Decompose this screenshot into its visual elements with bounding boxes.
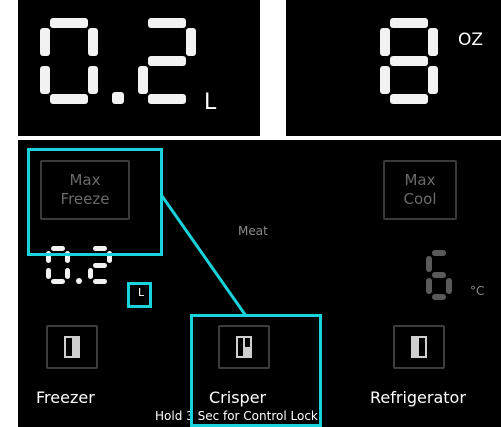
segment-b: [186, 28, 196, 56]
segment-e: [46, 267, 51, 279]
segment-digit: [380, 18, 438, 104]
refrigerator-door-icon: [411, 336, 427, 358]
segment-g: [390, 56, 428, 66]
highlight-volume-unit: [127, 282, 152, 308]
segment-d: [148, 94, 186, 104]
top-left-display: L: [18, 0, 260, 136]
segment-f: [40, 28, 50, 56]
top-right-display: OZ: [286, 0, 501, 136]
segment-e: [88, 267, 93, 279]
segment-digit: [426, 250, 452, 300]
segment-d: [50, 94, 88, 104]
top-left-unit: L: [204, 90, 217, 115]
segment-c: [65, 267, 70, 279]
segment-a: [432, 250, 446, 256]
segment-b: [428, 28, 438, 56]
segment-d: [390, 94, 428, 104]
decimal-point: [112, 92, 124, 104]
freezer-door-icon: [64, 336, 80, 358]
top-right-unit: OZ: [458, 30, 484, 50]
segment-b: [88, 28, 98, 56]
max-cool-line2: Cool: [403, 190, 437, 208]
temperature-readout-unit: °C: [470, 284, 485, 298]
freezer-button[interactable]: [46, 325, 98, 369]
decimal-point: [76, 278, 82, 284]
segment-d: [432, 294, 446, 300]
segment-f: [380, 28, 390, 56]
segment-e: [426, 278, 432, 294]
segment-c: [88, 66, 98, 94]
segment-a: [148, 18, 186, 28]
segment-g: [432, 272, 446, 278]
segment-g: [148, 56, 186, 66]
segment-digit: [40, 18, 98, 104]
segment-a: [50, 18, 88, 28]
segment-e: [40, 66, 50, 94]
segment-e: [380, 66, 390, 94]
max-cool-line1: Max: [404, 171, 436, 189]
segment-d: [93, 279, 107, 284]
highlight-crisper: [190, 314, 322, 427]
freezer-label: Freezer: [36, 388, 95, 407]
segment-digit: [138, 18, 196, 104]
segment-d: [51, 279, 65, 284]
segment-e: [138, 66, 148, 94]
segment-g: [93, 262, 107, 268]
max-cool-button[interactable]: Max Cool: [383, 160, 457, 220]
segment-f: [426, 256, 432, 272]
segment-c: [446, 278, 452, 294]
meat-label: Meat: [238, 224, 268, 238]
highlight-max-freeze: [27, 148, 163, 256]
segment-c: [428, 66, 438, 94]
segment-a: [390, 18, 428, 28]
refrigerator-button[interactable]: [393, 325, 445, 369]
refrigerator-label: Refrigerator: [370, 388, 466, 407]
